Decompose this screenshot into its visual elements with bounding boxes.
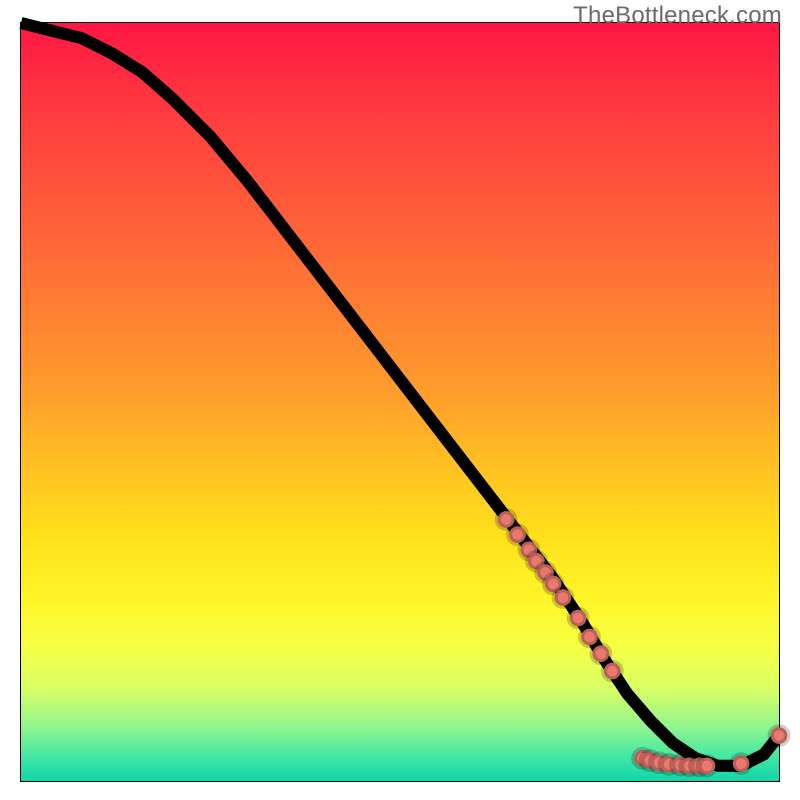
curve-end bbox=[771, 727, 788, 744]
bottleneck-curve-line bbox=[21, 23, 779, 766]
plot-area bbox=[20, 22, 780, 782]
cluster-descent-11 bbox=[604, 663, 621, 680]
bottom-8 bbox=[699, 758, 716, 775]
data-points-group bbox=[498, 511, 788, 774]
cluster-descent-8 bbox=[570, 610, 587, 627]
cluster-descent-9 bbox=[581, 629, 598, 646]
bottleneck-chart: TheBottleneck.com bbox=[0, 0, 800, 800]
cluster-descent-10 bbox=[593, 645, 610, 662]
bottom-9 bbox=[733, 755, 750, 772]
cluster-descent-7 bbox=[555, 589, 572, 606]
chart-svg bbox=[21, 23, 779, 781]
